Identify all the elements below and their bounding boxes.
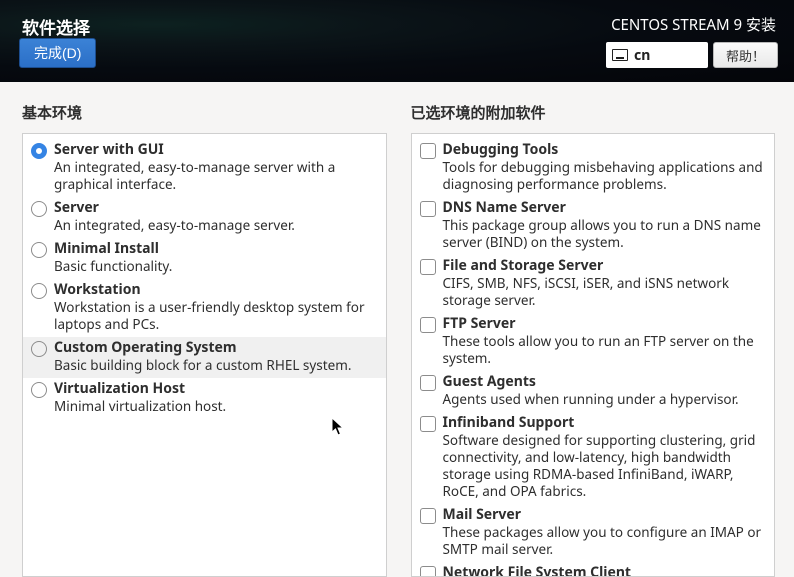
checkbox[interactable]	[420, 259, 436, 275]
item-text: File and Storage ServerCIFS, SMB, NFS, i…	[443, 257, 765, 309]
env-item[interactable]: Minimal InstallBasic functionality.	[23, 238, 386, 279]
item-label: Guest Agents	[443, 373, 765, 391]
item-label: Server with GUI	[54, 141, 376, 159]
radio[interactable]	[31, 201, 47, 217]
page-title: 软件选择	[22, 14, 90, 39]
item-label: Server	[54, 199, 376, 217]
env-item[interactable]: ServerAn integrated, easy-to-manage serv…	[23, 197, 386, 238]
addon-item[interactable]: Network File System Client	[412, 562, 775, 577]
done-button[interactable]: 完成(D)	[19, 38, 96, 68]
base-environment-column: 基本环境 Server with GUIAn integrated, easy-…	[22, 102, 387, 577]
help-button[interactable]: 帮助！	[713, 42, 778, 68]
item-label: Custom Operating System	[54, 339, 376, 357]
item-desc: An integrated, easy-to-manage server.	[54, 217, 376, 234]
item-desc: Basic building block for a custom RHEL s…	[54, 357, 376, 374]
addon-item[interactable]: Infiniband SupportSoftware designed for …	[412, 412, 775, 504]
radio[interactable]	[31, 242, 47, 258]
item-text: Custom Operating SystemBasic building bl…	[54, 339, 376, 374]
checkbox[interactable]	[420, 566, 436, 577]
item-text: Minimal InstallBasic functionality.	[54, 240, 376, 275]
item-label: Debugging Tools	[443, 141, 765, 159]
installer-name: CENTOS STREAM 9 安装	[611, 14, 776, 35]
env-item[interactable]: Virtualization HostMinimal virtualizatio…	[23, 378, 386, 419]
item-desc: CIFS, SMB, NFS, iSCSI, iSER, and iSNS ne…	[443, 275, 765, 309]
addon-item[interactable]: Guest AgentsAgents used when running und…	[412, 371, 775, 412]
item-desc: These tools allow you to run an FTP serv…	[443, 333, 765, 367]
item-desc: Agents used when running under a hypervi…	[443, 391, 765, 408]
item-label: FTP Server	[443, 315, 765, 333]
keyboard-layout-label: cn	[634, 46, 650, 65]
item-desc: This package group allows you to run a D…	[443, 217, 765, 251]
item-label: Virtualization Host	[54, 380, 376, 398]
item-desc: Software designed for supporting cluster…	[443, 432, 765, 500]
item-text: Network File System Client	[443, 564, 765, 577]
content: 基本环境 Server with GUIAn integrated, easy-…	[0, 82, 794, 577]
checkbox[interactable]	[420, 416, 436, 432]
addons-title: 已选环境的附加软件	[411, 102, 776, 123]
item-desc: Basic functionality.	[54, 258, 376, 275]
addon-item[interactable]: Debugging ToolsTools for debugging misbe…	[412, 139, 775, 197]
addons-panel[interactable]: Debugging ToolsTools for debugging misbe…	[411, 133, 776, 577]
item-label: Network File System Client	[443, 564, 765, 577]
env-item[interactable]: WorkstationWorkstation is a user-friendl…	[23, 279, 386, 337]
item-desc: An integrated, easy-to-manage server wit…	[54, 159, 376, 193]
header-bar: 软件选择 完成(D) CENTOS STREAM 9 安装 cn 帮助！	[0, 0, 794, 82]
item-desc: Tools for debugging misbehaving applicat…	[443, 159, 765, 193]
item-label: Mail Server	[443, 506, 765, 524]
checkbox[interactable]	[420, 201, 436, 217]
keyboard-icon	[612, 49, 628, 61]
item-text: Virtualization HostMinimal virtualizatio…	[54, 380, 376, 415]
item-label: Infiniband Support	[443, 414, 765, 432]
item-desc: Workstation is a user-friendly desktop s…	[54, 299, 376, 333]
env-item[interactable]: Custom Operating SystemBasic building bl…	[23, 337, 386, 378]
item-text: Mail ServerThese packages allow you to c…	[443, 506, 765, 558]
addon-item[interactable]: DNS Name ServerThis package group allows…	[412, 197, 775, 255]
radio[interactable]	[31, 341, 47, 357]
base-environment-title: 基本环境	[22, 102, 387, 123]
item-text: Server with GUIAn integrated, easy-to-ma…	[54, 141, 376, 193]
radio[interactable]	[31, 283, 47, 299]
item-label: File and Storage Server	[443, 257, 765, 275]
item-label: Minimal Install	[54, 240, 376, 258]
radio[interactable]	[31, 382, 47, 398]
checkbox[interactable]	[420, 143, 436, 159]
item-text: WorkstationWorkstation is a user-friendl…	[54, 281, 376, 333]
item-text: ServerAn integrated, easy-to-manage serv…	[54, 199, 376, 234]
item-desc: These packages allow you to configure an…	[443, 524, 765, 558]
keyboard-layout-button[interactable]: cn	[606, 42, 708, 68]
item-text: DNS Name ServerThis package group allows…	[443, 199, 765, 251]
checkbox[interactable]	[420, 317, 436, 333]
item-text: FTP ServerThese tools allow you to run a…	[443, 315, 765, 367]
addon-item[interactable]: File and Storage ServerCIFS, SMB, NFS, i…	[412, 255, 775, 313]
checkbox[interactable]	[420, 375, 436, 391]
checkbox[interactable]	[420, 508, 436, 524]
item-desc: Minimal virtualization host.	[54, 398, 376, 415]
addon-item[interactable]: FTP ServerThese tools allow you to run a…	[412, 313, 775, 371]
radio[interactable]	[31, 143, 47, 159]
item-text: Infiniband SupportSoftware designed for …	[443, 414, 765, 500]
item-text: Guest AgentsAgents used when running und…	[443, 373, 765, 408]
addon-item[interactable]: Mail ServerThese packages allow you to c…	[412, 504, 775, 562]
base-environment-panel[interactable]: Server with GUIAn integrated, easy-to-ma…	[22, 133, 387, 577]
addons-column: 已选环境的附加软件 Debugging ToolsTools for debug…	[411, 102, 776, 577]
item-label: Workstation	[54, 281, 376, 299]
item-label: DNS Name Server	[443, 199, 765, 217]
item-text: Debugging ToolsTools for debugging misbe…	[443, 141, 765, 193]
env-item[interactable]: Server with GUIAn integrated, easy-to-ma…	[23, 139, 386, 197]
